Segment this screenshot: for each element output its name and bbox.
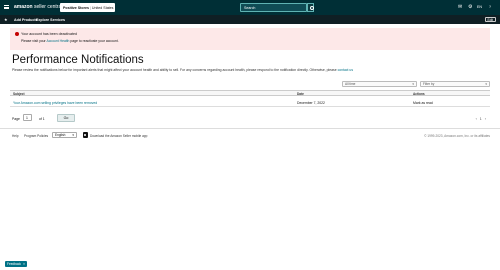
language-selector[interactable]: EN	[477, 4, 482, 10]
go-button[interactable]: Go	[57, 114, 75, 122]
column-date[interactable]: Date	[297, 92, 304, 96]
account-deactivated-alert: Your account has been deactivated Please…	[10, 28, 490, 50]
table-header: Subject Date Actions	[10, 90, 490, 96]
pagination: Page 1 of 1 Go ‹ 1 ›	[10, 113, 490, 125]
gear-icon[interactable]: ⚙	[468, 4, 472, 10]
store-name: Positive Stores	[63, 5, 89, 10]
search-input[interactable]: Search	[240, 3, 307, 12]
alert-title: Your account has been deactivated	[21, 31, 78, 36]
notification-filter-select[interactable]: Filter by ▾	[420, 81, 490, 87]
chevron-down-icon: ▾	[485, 82, 487, 86]
page-label: Page	[12, 117, 20, 121]
page-count: of 1	[39, 117, 45, 121]
program-policies-link[interactable]: Program Policies	[24, 134, 48, 138]
nav-item-add-products[interactable]: Add Products	[14, 18, 38, 22]
bookmark-icon[interactable]: ★	[4, 17, 8, 22]
feedback-button[interactable]: Feedback ×	[5, 261, 27, 267]
account-health-link[interactable]: Account Health	[46, 39, 69, 43]
menu-icon[interactable]	[4, 5, 9, 9]
mail-icon[interactable]: ✉	[458, 4, 462, 10]
top-bar: amazon seller central Positive Stores | …	[0, 0, 500, 15]
edit-nav-button[interactable]: Edit	[484, 17, 496, 22]
logo-light: seller central	[34, 4, 63, 10]
notification-subject-link[interactable]: Your Amazon.com selling privileges have …	[13, 101, 97, 105]
help-link[interactable]: Help	[12, 134, 19, 138]
alert-body: Please visit your Account Health page to…	[21, 39, 119, 43]
chevron-down-icon: ▾	[72, 133, 74, 137]
page-number-input[interactable]: 1	[23, 114, 32, 121]
chevron-down-icon: ▾	[412, 82, 414, 86]
notification-date: December 7, 2022	[297, 101, 325, 105]
copyright-text: © 1999-2023, Amazon.com, Inc. or its aff…	[424, 134, 490, 138]
mobile-app-link[interactable]: Download the Amazon Seller mobile app	[90, 134, 147, 138]
footer-divider	[0, 128, 500, 129]
contact-us-link[interactable]: contact us	[338, 68, 353, 72]
nav-bar: ★ Add Products Explore Services Edit	[0, 15, 500, 24]
table-row: Your Amazon.com selling privileges have …	[10, 99, 490, 107]
search-icon[interactable]	[307, 3, 315, 12]
close-icon[interactable]: ×	[23, 261, 25, 267]
page-intro: Please review the notifications below fo…	[12, 68, 354, 72]
mobile-app-icon[interactable]	[83, 132, 88, 138]
nav-item-explore-services[interactable]: Explore Services	[36, 18, 65, 22]
time-filter-select[interactable]: All time ▾	[342, 81, 417, 87]
column-actions: Actions	[413, 92, 425, 97]
logo-bold: amazon	[14, 4, 33, 10]
page-arrows[interactable]: ‹ 1 ›	[476, 117, 487, 121]
language-select[interactable]: English ▾	[52, 132, 77, 138]
error-icon	[15, 31, 19, 36]
store-region: United States	[91, 5, 114, 10]
footer: Help Program Policies English ▾ Download …	[0, 130, 500, 142]
amazon-seller-central-logo[interactable]: amazon seller central	[14, 4, 62, 10]
help-icon[interactable]: ?	[489, 4, 491, 10]
store-selector[interactable]: Positive Stores | United States	[60, 3, 115, 12]
page-title: Performance Notifications	[12, 54, 144, 66]
column-subject[interactable]: Subject	[13, 92, 25, 96]
mark-as-read-action[interactable]: Mark as read	[413, 101, 433, 105]
